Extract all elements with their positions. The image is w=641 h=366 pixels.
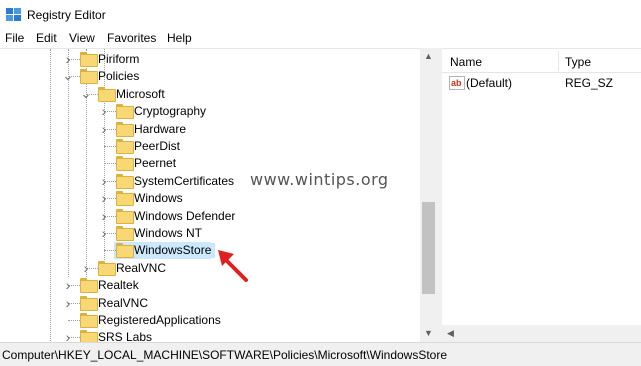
folder-icon: [116, 156, 134, 172]
folder-icon: [80, 69, 98, 85]
tree-node-label: Piriform: [98, 52, 140, 66]
tree-node-hardware[interactable]: › Hardware: [0, 121, 420, 138]
folder-icon: [116, 226, 134, 241]
value-name: (Default): [466, 76, 513, 90]
menu-help[interactable]: Help: [167, 31, 192, 45]
folder-icon: [116, 104, 134, 120]
title-bar: Registry Editor: [0, 0, 641, 30]
annotation-arrow-icon: [218, 250, 248, 282]
folder-icon: [80, 52, 98, 67]
tree-node-label: PeerDist: [134, 139, 181, 153]
chevron-right-icon[interactable]: ›: [62, 52, 74, 66]
value-type: REG_SZ: [565, 76, 614, 90]
tree-connector: [104, 250, 116, 252]
folder-icon: [116, 139, 134, 154]
registry-tree[interactable]: › Piriform ⌄ Policies ⌄ Microsoft › Cryptograph…: [0, 48, 437, 342]
tree-node-peerdist[interactable]: PeerDist: [0, 138, 420, 155]
chevron-right-icon[interactable]: ›: [80, 261, 92, 275]
chevron-right-icon[interactable]: ›: [98, 174, 110, 188]
menu-favorites[interactable]: Favorites: [107, 31, 156, 45]
tree-node-srs-labs[interactable]: › SRS Labs: [0, 329, 420, 342]
tree-node-cryptography[interactable]: › Cryptography: [0, 103, 420, 120]
tree-node-realvnc[interactable]: › RealVNC: [0, 295, 420, 312]
chevron-right-icon[interactable]: ›: [62, 296, 74, 310]
folder-icon: [116, 191, 134, 207]
list-horizontal-scrollbar[interactable]: ◀: [442, 325, 641, 342]
menu-view[interactable]: View: [69, 31, 95, 45]
tree-vertical-scrollbar[interactable]: ▲ ▼: [420, 48, 437, 342]
tree-node-label: Peernet: [134, 156, 177, 171]
chevron-right-icon[interactable]: ›: [98, 122, 110, 136]
tree-node-windowsstore[interactable]: WindowsStore: [0, 242, 420, 260]
registry-icon: [6, 8, 22, 22]
status-bar: Computer\HKEY_LOCAL_MACHINE\SOFTWARE\Pol…: [0, 342, 641, 366]
tree-node-windows[interactable]: › Windows: [0, 190, 420, 207]
scroll-left-icon[interactable]: ◀: [442, 325, 459, 342]
tree-node-windows-defender[interactable]: › Windows Defender: [0, 208, 420, 225]
column-name[interactable]: Name: [450, 55, 482, 69]
tree-connector: [104, 146, 116, 147]
value-row[interactable]: ab (Default) REG_SZ: [442, 75, 641, 92]
list-header: Name Type: [442, 49, 641, 73]
tree-node-policies[interactable]: ⌄ Policies: [0, 68, 420, 85]
chevron-down-icon[interactable]: ⌄: [62, 69, 74, 82]
folder-icon: [116, 173, 134, 189]
tree-node-realtek[interactable]: › Realtek: [0, 277, 420, 294]
scroll-thumb[interactable]: [422, 202, 435, 294]
chevron-right-icon[interactable]: ›: [98, 191, 110, 205]
tree-node-label: Cryptography: [134, 104, 207, 119]
column-type[interactable]: Type: [565, 55, 591, 69]
tree-node-label: RegisteredApplications: [98, 313, 221, 327]
tree-node-label: WindowsStore: [132, 243, 216, 259]
folder-icon: [116, 243, 134, 259]
values-list[interactable]: Name Type ab (Default) REG_SZ: [442, 48, 641, 342]
tree-node-label: Realtek: [98, 278, 139, 293]
chevron-right-icon[interactable]: ›: [98, 209, 110, 223]
tree-node-windows-nt[interactable]: › Windows NT: [0, 225, 420, 242]
tree-node-label: Windows Defender: [134, 208, 236, 223]
tree-node-label: RealVNC: [98, 295, 149, 310]
scroll-down-icon[interactable]: ▼: [420, 325, 437, 342]
tree-node-label: Microsoft: [116, 86, 165, 101]
chevron-right-icon[interactable]: ›: [98, 226, 110, 240]
folder-icon: [98, 260, 116, 276]
watermark: www.wintips.org: [250, 170, 389, 189]
tree-node-label: RealVNC: [116, 260, 167, 275]
menu-bar: File Edit View Favorites Help: [0, 30, 641, 48]
current-key-path: Computer\HKEY_LOCAL_MACHINE\SOFTWARE\Pol…: [2, 348, 448, 362]
menu-file[interactable]: File: [5, 31, 24, 45]
tree-node-label: SystemCertificates: [134, 173, 235, 188]
tree-node-piriform[interactable]: › Piriform: [0, 51, 420, 68]
folder-icon: [116, 208, 134, 224]
tree-node-label: Windows: [134, 191, 183, 206]
folder-icon: [80, 295, 98, 311]
chevron-right-icon[interactable]: ›: [62, 330, 74, 342]
tree-connector: [68, 320, 80, 321]
folder-icon: [80, 278, 98, 294]
folder-icon: [80, 330, 98, 342]
string-value-icon: ab: [449, 76, 465, 90]
window-title: Registry Editor: [27, 8, 106, 22]
tree-node-microsoft[interactable]: ⌄ Microsoft: [0, 86, 420, 103]
tree-connector: [104, 163, 116, 165]
folder-icon: [98, 86, 116, 102]
chevron-down-icon[interactable]: ⌄: [80, 87, 92, 100]
folder-icon: [80, 313, 98, 328]
tree-node-registeredapplications[interactable]: RegisteredApplications: [0, 312, 420, 329]
tree-node-label: Hardware: [134, 121, 187, 136]
chevron-right-icon[interactable]: ›: [98, 104, 110, 118]
scroll-up-icon[interactable]: ▲: [420, 48, 437, 65]
tree-node-label: Policies: [98, 69, 140, 84]
tree-node-label: Windows NT: [134, 226, 203, 240]
column-divider[interactable]: [558, 51, 559, 71]
menu-edit[interactable]: Edit: [36, 31, 57, 45]
chevron-right-icon[interactable]: ›: [62, 278, 74, 292]
tree-node-realvnc[interactable]: › RealVNC: [0, 260, 420, 277]
folder-icon: [116, 121, 134, 137]
tree-node-label: SRS Labs: [98, 330, 153, 342]
